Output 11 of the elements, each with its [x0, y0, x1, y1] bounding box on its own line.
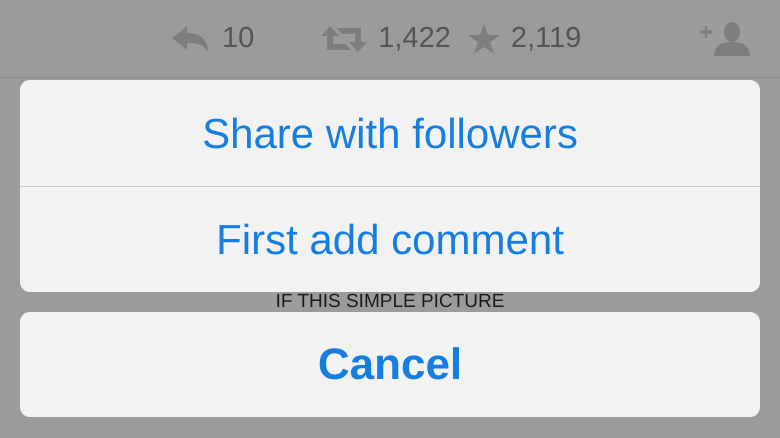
- add-person-icon[interactable]: [698, 20, 752, 56]
- sheet-option[interactable]: First add comment: [20, 186, 760, 292]
- reply-count: 10: [222, 20, 254, 56]
- reply-icon[interactable]: [170, 24, 210, 52]
- sheet-option[interactable]: Share with followers: [20, 80, 760, 186]
- retweet-icon[interactable]: [320, 24, 368, 52]
- cancel-button[interactable]: Cancel: [20, 312, 760, 417]
- favorite-count: 2,119: [510, 20, 582, 56]
- retweet-count: 1,422: [378, 20, 451, 56]
- tweet-text: IF THIS SIMPLE PICTURE: [276, 292, 504, 312]
- star-icon[interactable]: [466, 22, 501, 54]
